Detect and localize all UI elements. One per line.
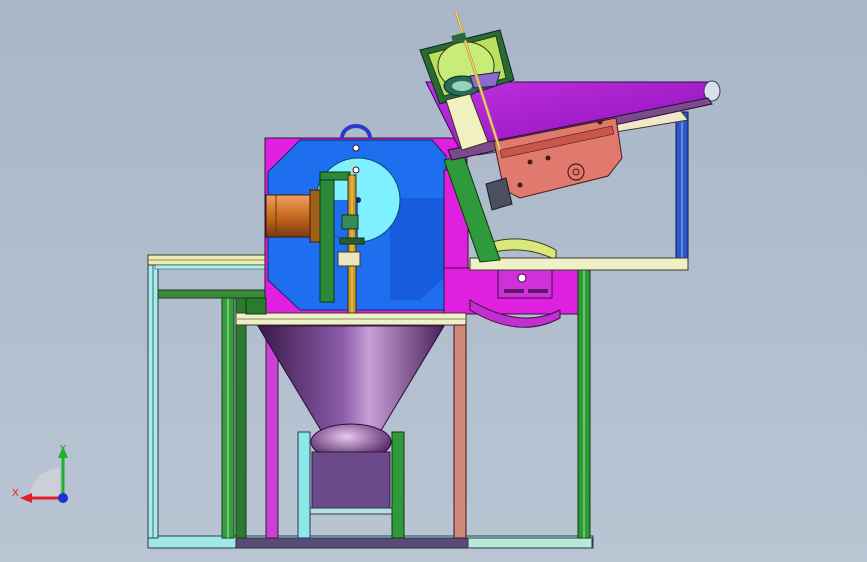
drive-motor[interactable] xyxy=(265,189,325,243)
base-frame[interactable] xyxy=(147,535,594,549)
cone-hopper xyxy=(257,325,445,461)
cad-viewport[interactable] xyxy=(0,0,867,562)
coordinate-triad: Y X xyxy=(12,444,68,503)
triad-plane xyxy=(30,468,60,498)
y-axis-label: Y xyxy=(59,444,67,455)
x-axis-label: X xyxy=(12,488,19,499)
z-axis-dot xyxy=(58,493,68,503)
x-arrow-icon xyxy=(20,493,32,503)
frame-posts xyxy=(245,297,267,315)
